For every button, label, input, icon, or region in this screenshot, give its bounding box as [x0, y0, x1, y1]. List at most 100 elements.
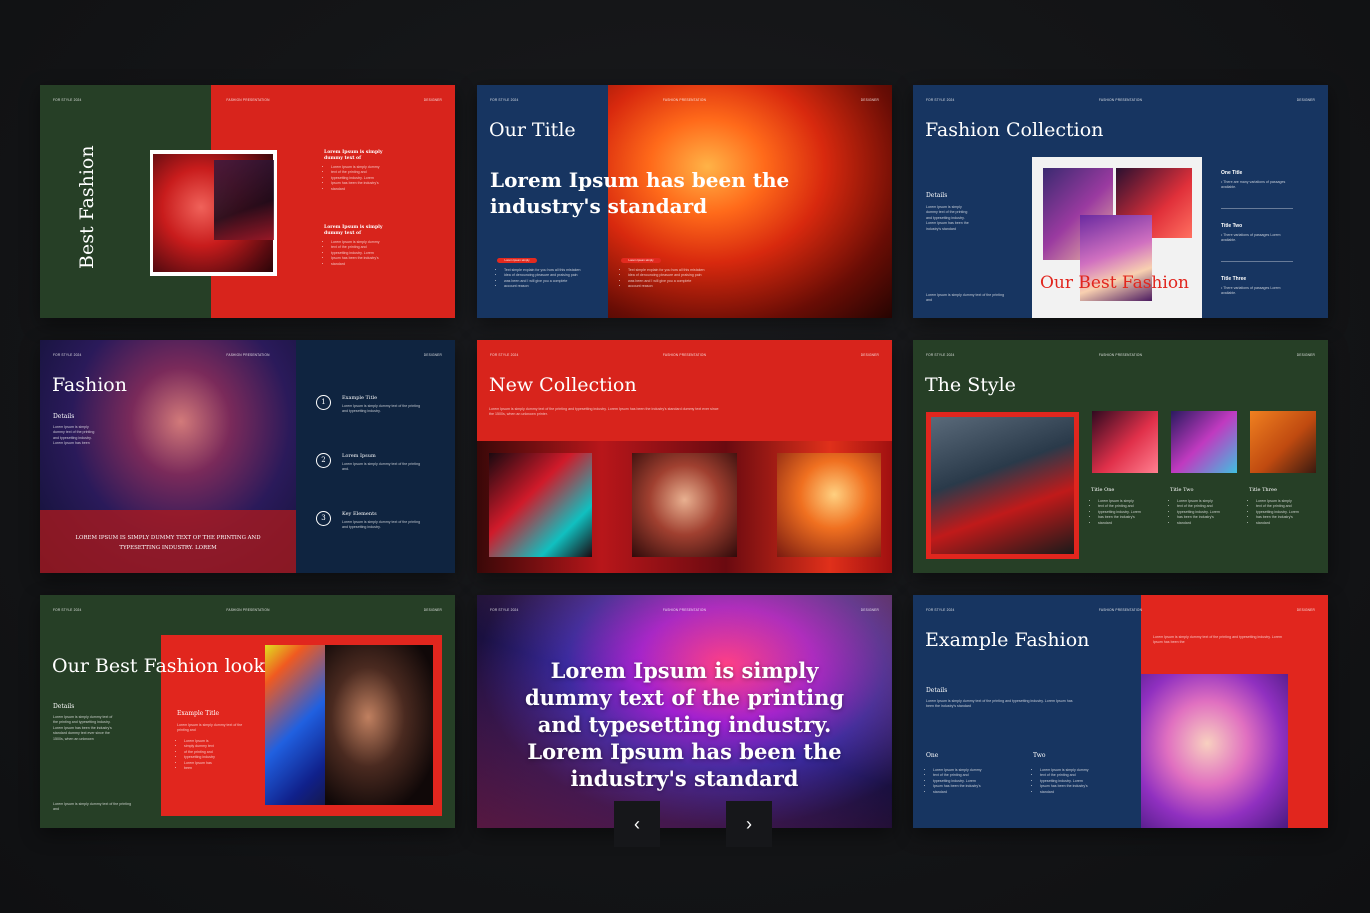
details-label: Details — [926, 192, 948, 199]
header-right: DESIGNER — [1296, 353, 1315, 357]
box-list: Lorem Ipsum issimply dummy textof the pr… — [177, 739, 253, 771]
headline: Lorem Ipsum is simply dummy text of the … — [524, 658, 845, 791]
main-photo — [926, 412, 1079, 559]
box-text: Lorem Ipsum is simply dummy text of the … — [177, 723, 243, 733]
banner-text: LOREM IPSUM IS SIMPLY DUMMY TEXT OF THE … — [75, 535, 261, 551]
col-list: Lorem Ipsum is simplytext of the printin… — [1170, 499, 1242, 526]
header-left: FOR STYLE 2024 — [490, 608, 519, 612]
slide-title: Our Title — [489, 119, 576, 141]
block-heading: Lorem Ipsum is simply dummy text of — [324, 150, 383, 161]
header-right: DESIGNER — [860, 608, 879, 612]
col-list: Lorem Ipsum is simplytext of the printin… — [1249, 499, 1321, 526]
thumb-2 — [1171, 411, 1237, 473]
details-text: Lorem Ipsum is simply dummy text of the … — [926, 205, 969, 231]
slide-fashion-collection[interactable]: FOR STYLE 2024 FASHION PRESENTATION DESI… — [913, 85, 1328, 318]
col-list: Lorem Ipsum is simply dummytext of the p… — [1033, 768, 1113, 795]
slide-best-fashion-look[interactable]: FOR STYLE 2024 FASHION PRESENTATION DESI… — [40, 595, 455, 828]
slide-our-title[interactable]: FOR STYLE 2024 FASHION PRESENTATION DESI… — [477, 85, 892, 318]
list-item: account reason — [628, 284, 721, 289]
details-label: Details — [926, 687, 948, 694]
slide-example-fashion[interactable]: FOR STYLE 2024 FASHION PRESENTATION DESI… — [913, 595, 1328, 828]
step-number: 2 — [316, 453, 331, 468]
headline: Lorem Ipsum has been the industry's stan… — [490, 168, 790, 218]
slide-headline[interactable]: FOR STYLE 2024 FASHION PRESENTATION DESI… — [477, 595, 892, 828]
divider — [1221, 208, 1293, 209]
block-list: Lorem Ipsum is simply dummytext of the p… — [324, 165, 402, 192]
next-slide-button[interactable]: › — [726, 801, 772, 847]
header-center: FASHION PRESENTATION — [1098, 353, 1143, 357]
slide-fashion[interactable]: FOR STYLE 2024 FASHION PRESENTATION DESI… — [40, 340, 455, 573]
header-center: FASHION PRESENTATION — [226, 353, 270, 357]
header-center: FASHION PRESENTATION — [1098, 608, 1143, 612]
header-center: FASHION PRESENTATION — [226, 608, 270, 612]
list-item: standard — [1177, 521, 1242, 526]
header-right: DESIGNER — [860, 98, 879, 102]
header-right: DESIGNER — [860, 353, 879, 357]
overlay-title: Our Best Fashion — [1040, 273, 1189, 293]
pill-button[interactable]: Lorem Ipsum simply — [497, 258, 537, 263]
step-title: Lorem Ipsum — [342, 453, 376, 459]
header-center: FASHION PRESENTATION — [662, 353, 707, 357]
divider — [1221, 261, 1293, 262]
list-item: standard — [933, 790, 1006, 795]
slide-title: The Style — [925, 374, 1016, 396]
header-right: DESIGNER — [423, 608, 442, 612]
slide-the-style[interactable]: FOR STYLE 2024 FASHION PRESENTATION DESI… — [913, 340, 1328, 573]
col-list: Lorem Ipsum is simplytext of the printin… — [1091, 499, 1163, 526]
details-label: Details — [53, 413, 75, 420]
text-col-1: Text simple explain for you how all this… — [497, 268, 597, 290]
item-text: • There variations of passages Lorem ava… — [1221, 233, 1281, 243]
intro-text: Lorem Ipsum is simply dummy text of the … — [489, 407, 719, 417]
footer-text: Lorem Ipsum is simply dummy text of the … — [53, 802, 132, 812]
footer-text: Lorem Ipsum is simply dummy text of the … — [926, 293, 1005, 303]
list-item: standard — [331, 187, 402, 192]
list-item: standard — [1098, 521, 1163, 526]
col-title: Title One — [1091, 487, 1115, 493]
details-text: Lorem Ipsum is simply dummy text of the … — [53, 715, 113, 741]
slide-new-collection[interactable]: FOR STYLE 2024 FASHION PRESENTATION DESI… — [477, 340, 892, 573]
header-center: FASHION PRESENTATION — [226, 98, 270, 102]
header-center: FASHION PRESENTATION — [1098, 98, 1143, 102]
step-text: Lorem Ipsum is simply dummy text of the … — [342, 520, 421, 530]
fashion-photo — [150, 150, 277, 276]
red-panel-text: Lorem Ipsum is simply dummy text of the … — [1153, 635, 1282, 645]
header-right: DESIGNER — [423, 98, 442, 102]
list-item: account reason — [504, 284, 597, 289]
details-label: Details — [53, 703, 75, 710]
text-col-2: Text simple explain for you how all this… — [621, 268, 721, 290]
slide-title: Fashion — [52, 374, 127, 396]
thumb-3 — [1250, 411, 1316, 473]
header-left: FOR STYLE 2024 — [53, 608, 82, 612]
list-item: standard — [1040, 790, 1113, 795]
col-title: Two — [1033, 752, 1046, 759]
step-title: Example Title — [342, 395, 378, 401]
step-number: 1 — [316, 395, 331, 410]
thumb-1 — [1092, 411, 1158, 473]
slide-title: Fashion Collection — [925, 119, 1104, 141]
prev-slide-button[interactable]: ‹ — [614, 801, 660, 847]
box-title: Example Title — [177, 710, 220, 717]
col-title: One — [926, 752, 939, 759]
block-heading: Lorem Ipsum is simply dummy text of — [324, 225, 383, 236]
item-title: Title Two — [1221, 223, 1243, 229]
step-text: Lorem Ipsum is simply dummy text of the … — [342, 404, 421, 414]
item-text: • There are many variations of passages … — [1221, 180, 1286, 190]
item-title: Title Three — [1221, 276, 1247, 282]
header-left: FOR STYLE 2024 — [926, 608, 955, 612]
step-text: Lorem Ipsum is simply dummy text of the … — [342, 462, 421, 472]
col-list: Lorem Ipsum is simply dummytext of the p… — [926, 768, 1006, 795]
col-title: Title Three — [1249, 487, 1277, 493]
list-item: been — [184, 766, 253, 771]
slide-title: Example Fashion — [925, 629, 1090, 651]
pill-button[interactable]: Lorem Ipsum simply — [621, 258, 661, 263]
header-left: FOR STYLE 2024 — [490, 98, 519, 102]
list-item: standard — [1256, 521, 1321, 526]
slide-best-fashion[interactable]: FOR STYLE 2024 FASHION PRESENTATION DESI… — [40, 85, 455, 318]
details-text: Lorem Ipsum is simply dummy text of the … — [926, 699, 1073, 709]
slide-title: New Collection — [489, 374, 637, 396]
header-left: FOR STYLE 2024 — [926, 98, 955, 102]
item-title: One Title — [1221, 170, 1243, 176]
step-title: Key Elements — [342, 511, 377, 517]
header-center: FASHION PRESENTATION — [662, 98, 707, 102]
neon-strip — [477, 441, 892, 573]
